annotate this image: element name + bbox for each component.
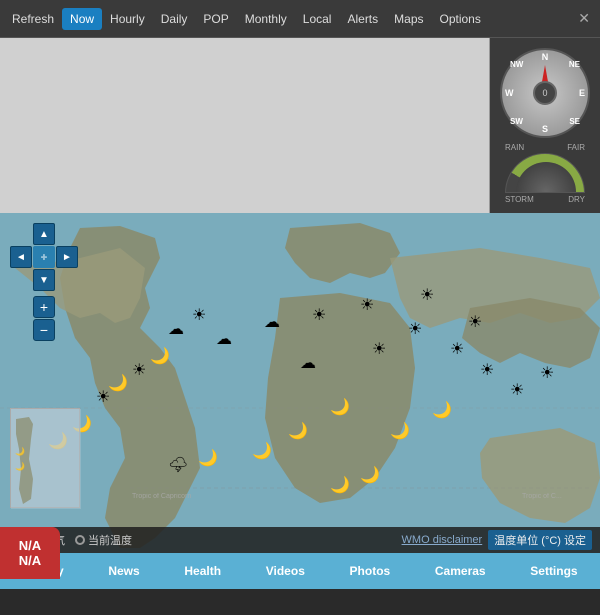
radio-dot-2 <box>75 535 85 545</box>
svg-text:🌙: 🌙 <box>15 461 25 471</box>
weather-icon-11: ☀ <box>408 322 422 338</box>
compass-circle: N S E W NW NE SW SE 0 <box>500 48 590 138</box>
badge-line1: N/A <box>19 538 41 553</box>
weather-icon-26: ☀ <box>468 315 482 331</box>
badge-line2: N/A <box>19 553 41 568</box>
main-content: N S E W NW NE SW SE 0 RAIN FAIR <box>0 38 600 553</box>
temp-unit-setting[interactable]: 温度单位 (°C) 设定 <box>488 530 592 550</box>
dry-label: DRY <box>568 195 585 204</box>
dial-knob <box>516 162 576 192</box>
radio-current-temp[interactable]: 当前温度 <box>75 532 132 548</box>
weather-icon-5: 🌙 <box>150 349 170 365</box>
wmo-disclaimer-link[interactable]: WMO disclaimer <box>402 534 483 546</box>
weather-icon-16: 🌙 <box>390 424 410 440</box>
svg-text:Tropic of Capricorn: Tropic of Capricorn <box>132 493 191 500</box>
nav-news[interactable]: News <box>100 560 147 582</box>
dial-labels: STORM DRY <box>505 193 585 206</box>
compass-NW-label: NW <box>510 60 523 69</box>
weather-icon-6: ☁ <box>168 322 184 338</box>
pan-left-button[interactable]: ◄ <box>10 246 32 268</box>
maps-button[interactable]: Maps <box>386 8 431 30</box>
local-button[interactable]: Local <box>295 8 340 30</box>
weather-arc <box>505 153 585 193</box>
compass-E-label: E <box>579 88 585 98</box>
white-area <box>0 38 490 213</box>
weather-icon-14: ☀ <box>510 383 524 399</box>
nav-cameras[interactable]: Cameras <box>427 560 494 582</box>
storm-label: STORM <box>505 195 534 204</box>
bottom-nav: History News Health Videos Photos Camera… <box>0 553 600 589</box>
weather-icon-19: 🌙 <box>252 444 272 460</box>
alerts-button[interactable]: Alerts <box>339 8 386 30</box>
toolbar: Refresh Now Hourly Daily POP Monthly Loc… <box>0 0 600 38</box>
monthly-button[interactable]: Monthly <box>237 8 295 30</box>
weather-icon-17: 🌙 <box>330 400 350 416</box>
mini-map-box: 🌙 🌙 <box>10 408 80 508</box>
compass-W-label: W <box>505 88 514 98</box>
compass-SE-label: SE <box>569 117 580 126</box>
hourly-button[interactable]: Hourly <box>102 8 153 30</box>
pan-down-button[interactable]: ▼ <box>33 269 55 291</box>
weather-icon-29: 🌙 <box>360 468 380 484</box>
pop-button[interactable]: POP <box>195 8 236 30</box>
weather-icon-20: 🌙 <box>198 451 218 467</box>
weather-icon-0: ☀ <box>96 390 110 406</box>
weather-icon-21: 🌩 <box>168 458 188 474</box>
zoom-in-button[interactable]: + <box>33 296 55 318</box>
compass-center-value: 0 <box>533 81 557 105</box>
daily-button[interactable]: Daily <box>153 8 196 30</box>
refresh-button[interactable]: Refresh <box>4 8 62 30</box>
weather-icon-15: 🌙 <box>432 403 452 419</box>
map-section[interactable]: Tropic of Capricorn Tropic of C... ☀🌙🌙🌙☀… <box>0 213 600 553</box>
compass-SW-label: SW <box>510 117 523 126</box>
weather-icon-9: ☀ <box>312 308 326 324</box>
compass-rose: N S E W NW NE SW SE 0 <box>500 48 590 138</box>
rain-label: RAIN <box>505 143 524 152</box>
compass-S-label: S <box>542 124 548 134</box>
zoom-out-button[interactable]: − <box>33 319 55 341</box>
weather-icon-12: ☀ <box>450 342 464 358</box>
svg-text:Tropic of C...: Tropic of C... <box>522 493 562 500</box>
weather-icon-24: ☀ <box>372 342 386 358</box>
weather-icon-22: ☀ <box>192 308 206 324</box>
nav-videos[interactable]: Videos <box>258 560 313 582</box>
close-button[interactable]: ✕ <box>572 10 596 27</box>
weather-icon-7: ☁ <box>216 332 232 348</box>
weather-icon-23: ☁ <box>300 356 316 372</box>
nav-settings[interactable]: Settings <box>522 560 585 582</box>
pan-center: ✛ <box>33 246 55 268</box>
weather-icon-10: ☀ <box>360 298 374 314</box>
pan-up-button[interactable]: ▲ <box>33 223 55 245</box>
svg-text:🌙: 🌙 <box>15 446 25 456</box>
map-controls: ▲ ◄ ✛ ► ▼ + − <box>10 223 78 341</box>
weather-icon-4: ☀ <box>132 363 146 379</box>
weather-icon-18: 🌙 <box>288 424 308 440</box>
weather-icon-27: ☀ <box>540 366 554 382</box>
map-status: 当前天气 当前温度 WMO disclaimer 温度单位 (°C) 设定 <box>0 527 600 553</box>
pan-cross: ▲ ◄ ✛ ► ▼ <box>10 223 78 291</box>
weather-icon-25: ☀ <box>420 288 434 304</box>
top-section: N S E W NW NE SW SE 0 RAIN FAIR <box>0 38 600 213</box>
weather-icon-13: ☀ <box>480 363 494 379</box>
bottom-badge: N/A N/A <box>0 527 60 579</box>
compass-area: N S E W NW NE SW SE 0 RAIN FAIR <box>490 38 600 213</box>
now-button[interactable]: Now <box>62 8 102 30</box>
weather-icon-8: ☁ <box>264 315 280 331</box>
weather-dial: RAIN FAIR STORM DRY <box>505 143 585 203</box>
compass-NE-label: NE <box>569 60 580 69</box>
pan-right-button[interactable]: ► <box>56 246 78 268</box>
options-button[interactable]: Options <box>432 8 489 30</box>
compass-N-label: N <box>542 52 549 62</box>
weather-icon-28: 🌙 <box>330 478 350 494</box>
nav-health[interactable]: Health <box>176 560 229 582</box>
weather-icon-1: 🌙 <box>108 376 128 392</box>
zoom-controls: + − <box>33 296 55 341</box>
nav-photos[interactable]: Photos <box>342 560 399 582</box>
fair-label: FAIR <box>567 143 585 152</box>
radio-temp-label: 当前温度 <box>88 532 132 548</box>
